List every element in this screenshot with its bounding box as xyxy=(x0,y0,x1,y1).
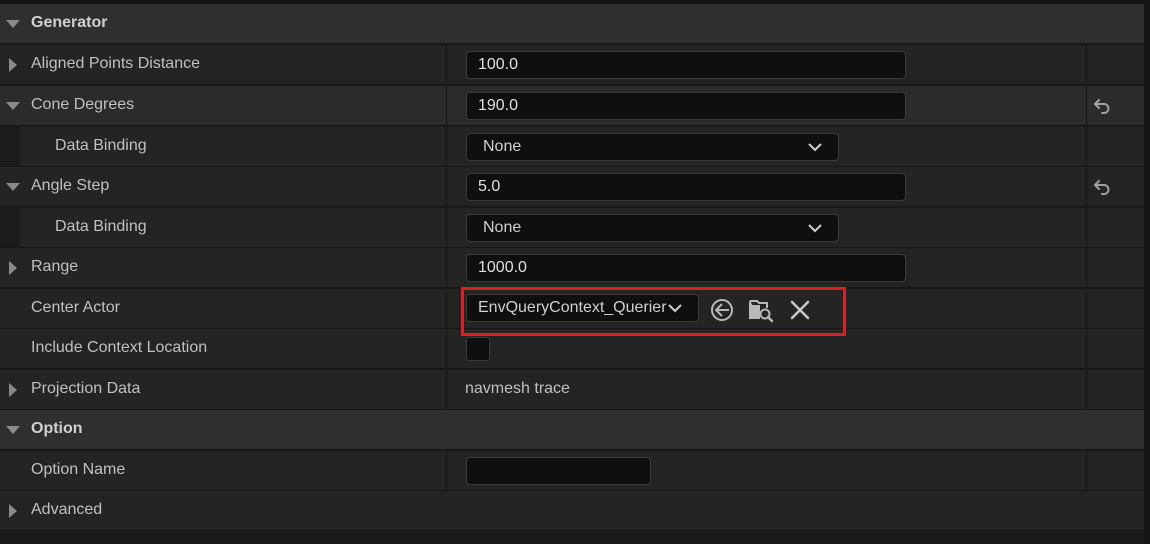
advanced-label: Advanced xyxy=(31,501,103,518)
property-label: Cone Degrees xyxy=(31,96,135,113)
category-option[interactable]: Option xyxy=(0,410,1144,450)
expand-arrow-icon[interactable] xyxy=(9,58,17,72)
row-center-actor: Center Actor EnvQueryContext_Querier xyxy=(0,289,1144,329)
property-label: Range xyxy=(31,258,79,275)
chevron-down-icon xyxy=(668,304,682,313)
combo-value: None xyxy=(483,219,522,236)
collapse-arrow-icon[interactable] xyxy=(6,20,20,28)
property-label: Angle Step xyxy=(31,177,110,194)
combo-value: None xyxy=(483,138,522,155)
collapse-arrow-icon[interactable] xyxy=(6,102,20,110)
category-generator[interactable]: Generator xyxy=(0,4,1144,44)
property-label: Projection Data xyxy=(31,380,141,397)
collapse-arrow-icon[interactable] xyxy=(6,426,20,434)
row-range: Range 1000.0 xyxy=(0,248,1144,288)
property-label: Include Context Location xyxy=(31,339,208,356)
expand-arrow-icon[interactable] xyxy=(9,504,17,518)
property-label: Data Binding xyxy=(55,218,147,235)
expand-arrow-icon[interactable] xyxy=(9,261,17,275)
row-angle-data-binding: Data Binding None xyxy=(0,208,1144,248)
row-cone-data-binding: Data Binding None xyxy=(0,127,1144,167)
projection-data-value: navmesh trace xyxy=(465,380,570,397)
category-generator-label: Generator xyxy=(31,14,108,31)
scrollbar[interactable] xyxy=(1144,0,1150,544)
row-include-context-location: Include Context Location xyxy=(0,329,1144,369)
row-angle-step: Angle Step 5.0 xyxy=(0,167,1144,207)
row-projection-data: Projection Data navmesh trace xyxy=(0,370,1144,410)
combo-value: EnvQueryContext_Querier xyxy=(478,299,667,316)
property-label: Data Binding xyxy=(55,137,147,154)
property-label: Option Name xyxy=(31,461,126,478)
chevron-down-icon xyxy=(808,224,822,233)
property-label: Aligned Points Distance xyxy=(31,55,200,72)
browse-asset-icon[interactable] xyxy=(747,296,775,324)
cone-degrees-input[interactable]: 190.0 xyxy=(466,92,906,120)
cone-data-binding-combo[interactable]: None xyxy=(466,133,839,161)
expand-arrow-icon[interactable] xyxy=(9,383,17,397)
row-option-name: Option Name xyxy=(0,451,1144,491)
row-advanced[interactable]: Advanced xyxy=(0,491,1144,531)
angle-step-input[interactable]: 5.0 xyxy=(466,173,906,201)
range-input[interactable]: 1000.0 xyxy=(466,254,906,282)
reset-to-default-icon[interactable] xyxy=(1092,96,1112,116)
chevron-down-icon xyxy=(808,143,822,152)
row-cone-degrees: Cone Degrees 190.0 xyxy=(0,86,1144,126)
collapse-arrow-icon[interactable] xyxy=(6,183,20,191)
center-actor-combo[interactable]: EnvQueryContext_Querier xyxy=(466,294,699,322)
details-panel: Generator Aligned Points Distance 100.0 … xyxy=(0,0,1144,544)
clear-icon[interactable] xyxy=(786,296,814,324)
category-option-label: Option xyxy=(31,420,83,437)
include-context-location-checkbox[interactable] xyxy=(466,337,490,361)
angle-data-binding-combo[interactable]: None xyxy=(466,214,839,242)
aligned-points-distance-input[interactable]: 100.0 xyxy=(466,51,906,79)
option-name-input[interactable] xyxy=(466,457,651,485)
row-aligned-points-distance: Aligned Points Distance 100.0 xyxy=(0,45,1144,85)
reset-to-default-icon[interactable] xyxy=(1092,177,1112,197)
use-selected-icon[interactable] xyxy=(708,296,736,324)
property-label: Center Actor xyxy=(31,299,120,316)
